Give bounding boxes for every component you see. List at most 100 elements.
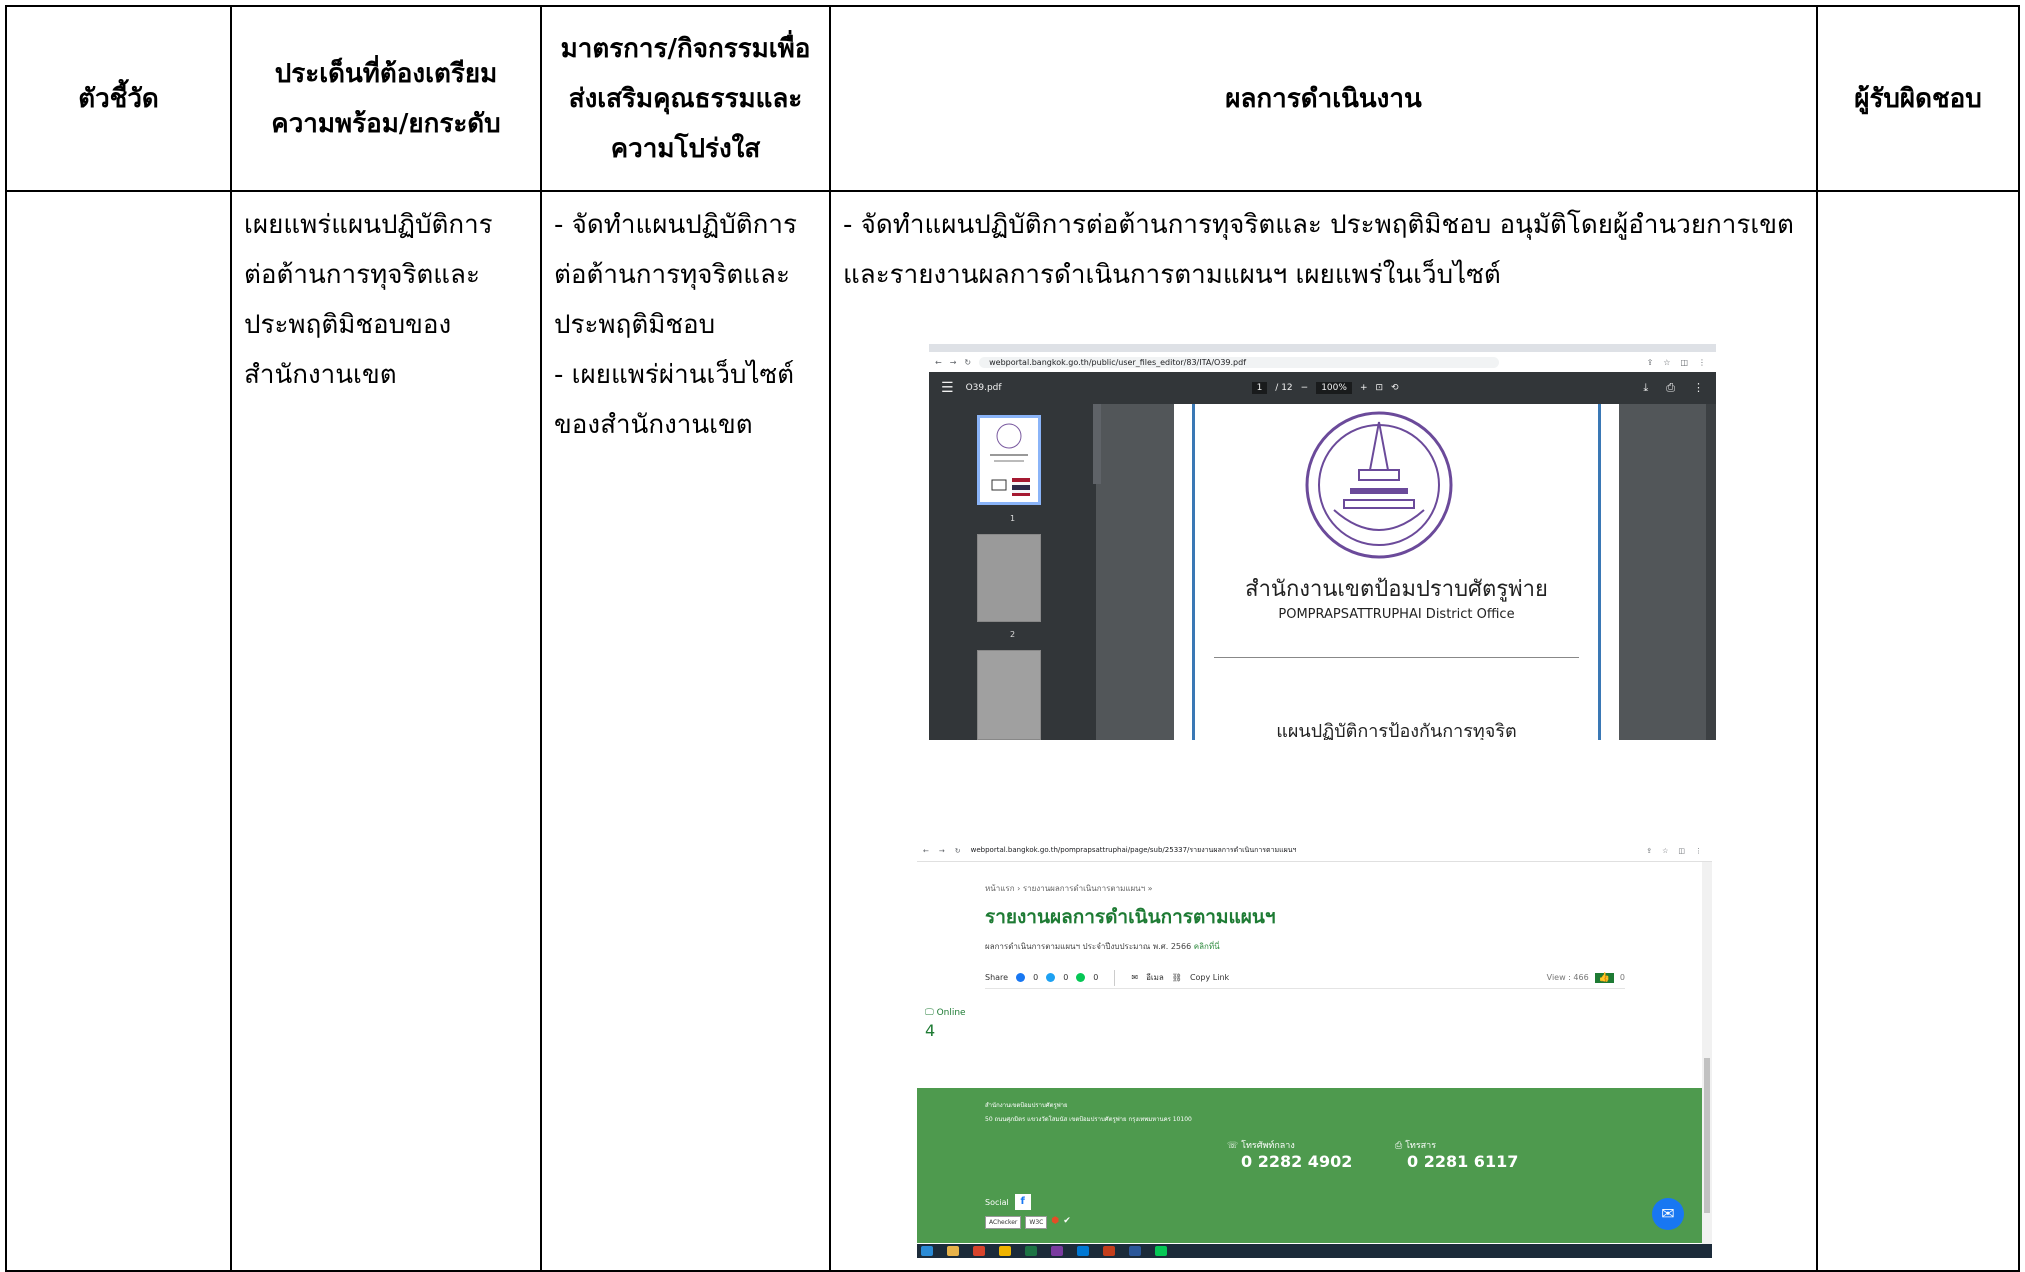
header-result: ผลการดำเนินงาน [829, 5, 1818, 192]
forward-arrow-icon: → [938, 846, 945, 855]
header-measure: มาตรการ/กิจกรรมเพื่อ ส่งเสริมคุณธรรมและ … [540, 5, 831, 192]
header-issue: ประเด็นที่ต้องเตรียม ความพร้อม/ยกระดับ [230, 5, 542, 192]
line-count: 0 [1093, 973, 1099, 982]
zoom-in-icon: + [1359, 383, 1368, 393]
sidebar-icon: ◫ [1680, 357, 1688, 367]
share-icon: ⇪ [1646, 846, 1653, 855]
copy-link-label: Copy Link [1189, 973, 1230, 982]
fit-page-icon: ⊡ [1375, 383, 1384, 393]
more-icon: ⋮ [1698, 357, 1706, 367]
divider-line [1214, 657, 1579, 658]
achecker-badge: AChecker [985, 1216, 1022, 1229]
pdf-viewer-screenshot: ← → ↻ webportal.bangkok.go.th/public/use… [929, 344, 1716, 740]
pdf-page: สำนักงานเขตป้อมปราบศัตรูพ่าย POMPRAPSATT… [1174, 404, 1619, 740]
web-portal-screenshot: ← → ↻ webportal.bangkok.go.th/pomprapsat… [917, 840, 1712, 1258]
url-text: webportal.bangkok.go.th/public/user_file… [979, 356, 1500, 368]
page-thumbnail [977, 415, 1041, 505]
share-icon: ⇪ [1646, 357, 1654, 367]
facebook-icon: f [1014, 1194, 1031, 1210]
page-thumbnail [977, 650, 1041, 740]
zoom-level: 100% [1316, 382, 1352, 394]
line-icon [1076, 973, 1086, 982]
start-icon [921, 1246, 933, 1256]
divider [1114, 969, 1116, 986]
star-icon: ☆ [1662, 846, 1669, 855]
back-arrow-icon: ← [935, 357, 942, 367]
plan-title: แผนปฏิบัติการป้องกันการทุจริต [1276, 721, 1517, 740]
phone-icon: ☏ [1227, 1141, 1239, 1151]
forward-arrow-icon: → [949, 357, 957, 367]
phone-number: 0 2282 4902 [1241, 1152, 1353, 1171]
fax-icon: ⎙ [1395, 1141, 1403, 1151]
page-total: / 12 [1275, 383, 1293, 393]
w3c-badge: W3C [1025, 1216, 1048, 1229]
description-text: ผลการดำเนินการตามแผนฯ ประจำปีงบประมาณ พ.… [985, 942, 1192, 951]
district-seal-icon [1305, 411, 1453, 559]
monitor-icon: 🖵 [925, 1008, 934, 1018]
share-label: Share [985, 973, 1009, 982]
header-row: ตัวชี้วัด ประเด็นที่ต้องเตรียม ความพร้อม… [5, 5, 2020, 192]
facebook-icon [1016, 973, 1026, 982]
social-links: Social f [985, 1194, 1031, 1210]
powerpoint-icon [1103, 1246, 1115, 1256]
url-text: webportal.bangkok.go.th/pomprapsattrupha… [970, 846, 1297, 854]
word-icon [1129, 1246, 1141, 1256]
page-scrollbar [1702, 862, 1712, 1244]
office-name-thai: สำนักงานเขตป้อมปราบศัตรูพ่าย [1245, 577, 1548, 602]
office-name-english: POMPRAPSATTRUPHAI District Office [1278, 607, 1515, 622]
thumbnail-preview [990, 423, 1030, 496]
more-icon: ⋮ [1695, 846, 1702, 855]
back-arrow-icon: ← [923, 846, 929, 855]
twitter-count: 0 [1063, 973, 1069, 982]
footer-office-name: สำนักงานเขตป้อมปราบศัตรูพ่าย [985, 1102, 1068, 1109]
site-footer: สำนักงานเขตป้อมปราบศัตรูพ่าย 50 ถนนศุภมิ… [917, 1088, 1702, 1243]
social-label: Social [985, 1197, 1009, 1207]
download-icon: ⤓ [1643, 381, 1649, 394]
compliance-badges: AChecker W3C ⬢ ✔ [985, 1216, 1071, 1229]
like-count: 0 [1619, 973, 1625, 982]
checkmark-icon: ✔ [1063, 1216, 1071, 1226]
excel-icon [1025, 1246, 1037, 1256]
thumbnail-scrollbar [1093, 404, 1101, 484]
reload-icon: ↻ [964, 357, 972, 367]
thumbnail-number: 2 [1009, 630, 1016, 639]
page-thumbnail [977, 534, 1041, 622]
menu-icon: ☰ [941, 380, 954, 396]
html5-icon: ⬢ [1051, 1216, 1060, 1226]
thumbnail-number: 1 [1009, 514, 1016, 523]
browser-address-bar: ← → ↻ webportal.bangkok.go.th/pomprapsat… [917, 840, 1712, 862]
online-count: 4 [925, 1021, 936, 1040]
like-icon: 👍 [1594, 972, 1614, 983]
outlook-icon [1077, 1246, 1089, 1256]
share-bar: Share 0 0 0 ✉ อีเมล ⛓ Copy Link View : 4… [985, 967, 1625, 989]
pdf-toolbar: ☰ O39.pdf 1 / 12 − 100% + ⊡ ⟲ ⤓ ⎙ ⋮ [929, 372, 1716, 404]
email-icon: ✉ [1131, 973, 1139, 982]
zoom-out-icon: − [1300, 383, 1309, 393]
fax-label: ⎙ โทรสาร [1395, 1141, 1437, 1151]
cell-indicator [5, 190, 232, 1272]
chrome-icon [999, 1246, 1011, 1256]
pdf-file-name: O39.pdf [965, 383, 1002, 393]
more-icon: ⋮ [1693, 381, 1704, 394]
reload-icon: ↻ [954, 846, 961, 855]
page-description: ผลการดำเนินการตามแผนฯ ประจำปีงบประมาณ พ.… [985, 940, 1220, 953]
cell-responsible [1816, 190, 2020, 1272]
facebook-count: 0 [1033, 973, 1039, 982]
page-title: รายงานผลการดำเนินการตามแผนฯ [985, 906, 1276, 928]
click-here-link: คลิกที่นี่ [1193, 942, 1220, 951]
folder-icon [947, 1246, 959, 1256]
fax-number: 0 2281 6117 [1407, 1152, 1519, 1171]
line-app-icon [1155, 1246, 1167, 1256]
online-label: 🖵 Online [925, 1008, 966, 1018]
page-scrollbar [1706, 404, 1716, 740]
breadcrumb: หน้าแรก › รายงานผลการดำเนินการตามแผนฯ » [985, 884, 1153, 893]
email-label: อีเมล [1146, 973, 1164, 982]
star-icon: ☆ [1663, 357, 1671, 367]
view-count: View : 466 [1546, 973, 1589, 982]
phone-label: ☏ โทรศัพท์กลาง [1227, 1141, 1295, 1151]
page-number-box: 1 [1251, 382, 1268, 394]
header-responsible: ผู้รับผิดชอบ [1816, 5, 2020, 192]
taskbar [917, 1244, 1712, 1258]
sidebar-icon: ◫ [1678, 846, 1685, 855]
cell-issue: เผยแพร่แผนปฏิบัติการ ต่อต้านการทุจริตและ… [230, 190, 542, 1272]
